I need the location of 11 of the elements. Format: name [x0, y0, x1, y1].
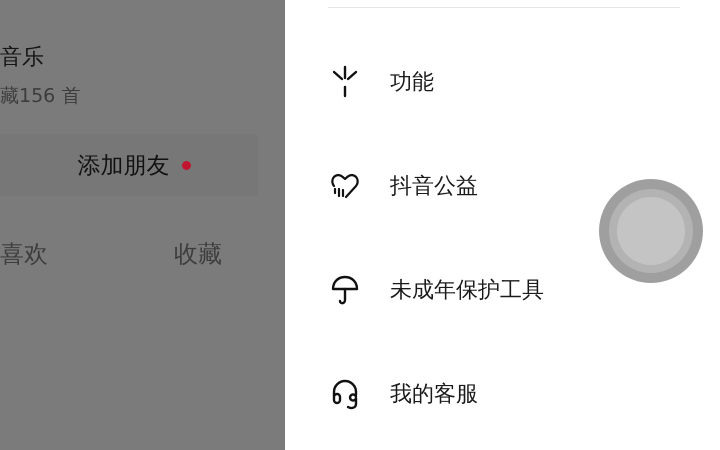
collection-count: 藏156 首: [0, 84, 82, 109]
menu-item-label[interactable]: 功能: [390, 67, 434, 97]
music-title: 音乐: [0, 44, 45, 72]
sparkle-icon: [330, 65, 360, 99]
heart-icon: [330, 172, 360, 200]
menu-item-label[interactable]: 未成年保护工具: [390, 275, 544, 305]
add-friend-button[interactable]: 添加朋友: [0, 134, 258, 196]
menu-item-label[interactable]: 抖音公益: [390, 171, 478, 201]
menu-item-label[interactable]: 我的客服: [390, 379, 478, 409]
umbrella-icon: [330, 274, 360, 306]
headset-icon: [330, 377, 360, 411]
